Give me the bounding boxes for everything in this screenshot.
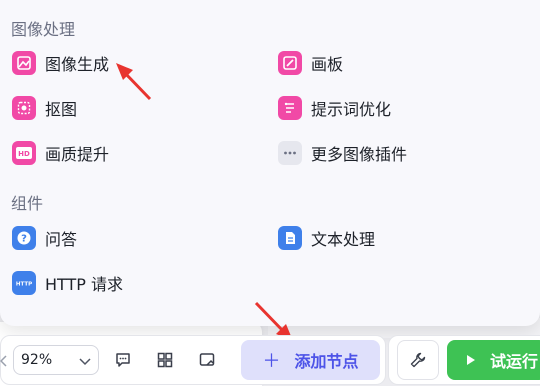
more-dots-icon <box>278 141 302 165</box>
http-request-icon: HTTP <box>12 271 36 295</box>
chevron-down-icon <box>78 354 92 372</box>
section-title-components: 组件 <box>11 194 44 213</box>
hd-quality-icon: HD <box>12 141 36 165</box>
node-item-label: 更多图像插件 <box>311 145 408 164</box>
comment-button[interactable] <box>111 348 135 372</box>
prompt-optimize-icon <box>278 96 302 120</box>
test-run-label: 试运行 <box>490 352 539 371</box>
node-item-label: HTTP 请求 <box>45 275 124 294</box>
play-icon <box>466 351 476 370</box>
node-item-label: 提示词优化 <box>311 100 392 119</box>
comment-icon <box>116 353 130 367</box>
svg-text:HD: HD <box>18 150 30 158</box>
node-item-label: 画质提升 <box>45 145 110 164</box>
node-item-text-processing[interactable]: 文本处理 <box>278 224 375 252</box>
text-processing-icon <box>278 226 302 250</box>
add-node-button[interactable]: ＋ 添加节点 <box>241 340 380 380</box>
node-item-hd-quality[interactable]: HD 画质提升 <box>12 139 109 167</box>
minimap-button[interactable] <box>195 348 219 372</box>
node-item-image-generate[interactable]: 图像生成 <box>12 49 109 77</box>
svg-text:HTTP: HTTP <box>16 282 32 288</box>
debug-settings-button[interactable] <box>397 340 439 380</box>
section-title-image-processing: 图像处理 <box>11 20 76 39</box>
canvas-board-icon <box>278 51 302 75</box>
test-run-button[interactable]: 试运行 <box>447 340 540 380</box>
node-item-canvas-board[interactable]: 画板 <box>278 49 343 77</box>
node-item-label: 图像生成 <box>45 55 110 74</box>
grid-icon <box>157 352 173 368</box>
node-item-question-answer[interactable]: ? 问答 <box>12 224 77 252</box>
plus-icon: ＋ <box>262 351 281 372</box>
add-node-label: 添加节点 <box>294 352 359 371</box>
minimap-icon <box>199 353 215 366</box>
node-item-prompt-optimize[interactable]: 提示词优化 <box>278 94 391 122</box>
node-picker-panel: 图像处理 图像生成 画板 抠图 提示词优化 HD 画质提升 更多图像插件 组件 … <box>0 0 540 326</box>
question-answer-icon: ? <box>12 226 36 250</box>
node-item-label: 抠图 <box>45 100 78 119</box>
node-item-more-image-plugins[interactable]: 更多图像插件 <box>278 139 407 167</box>
image-generate-icon <box>12 51 36 75</box>
wrench-icon <box>410 352 426 368</box>
svg-text:?: ? <box>21 234 27 245</box>
node-item-http-request[interactable]: HTTP HTTP 请求 <box>12 269 123 297</box>
zoom-value: 92% <box>21 352 53 368</box>
cutout-icon <box>12 96 36 120</box>
layout-grid-button[interactable] <box>153 348 177 372</box>
node-item-cutout[interactable]: 抠图 <box>12 94 77 122</box>
node-item-label: 问答 <box>45 230 78 249</box>
zoom-select[interactable]: 92% <box>13 345 99 375</box>
node-item-label: 画板 <box>311 55 344 74</box>
node-item-label: 文本处理 <box>311 230 376 249</box>
chevron-left-icon[interactable] <box>0 352 8 371</box>
